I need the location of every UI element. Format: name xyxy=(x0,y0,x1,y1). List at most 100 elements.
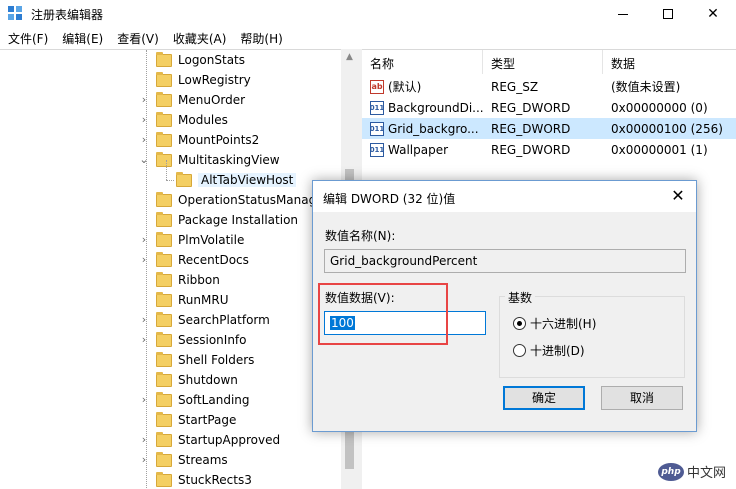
value-type: REG_DWORD xyxy=(491,121,571,136)
column-header-data[interactable]: 数据 xyxy=(603,50,736,74)
string-value-icon: ab xyxy=(370,79,384,94)
tree-item[interactable]: › RecentDocs xyxy=(142,250,249,270)
value-name: Grid_backgro... xyxy=(388,121,479,136)
chevron-right-icon[interactable]: › xyxy=(138,234,150,246)
tree-item-label: StuckRects3 xyxy=(178,473,252,487)
tree-item[interactable]: › PlmVolatile xyxy=(142,230,245,250)
folder-icon xyxy=(176,171,192,187)
tree-item-label: StartupApproved xyxy=(178,433,281,447)
tree-item[interactable]: RunMRU xyxy=(156,290,228,310)
value-type: REG_DWORD xyxy=(491,100,571,115)
column-header-type[interactable]: 类型 xyxy=(483,50,603,74)
decimal-radio-option[interactable]: 十进制(D) xyxy=(513,342,585,359)
tree-item[interactable]: StartPage xyxy=(156,410,236,430)
list-item[interactable]: 011 BackgroundDi... REG_DWORD 0x00000000 (0… xyxy=(362,97,736,118)
title-bar: 注册表编辑器 ✕ xyxy=(0,0,736,28)
tree-item[interactable]: LowRegistry xyxy=(156,70,251,90)
tree-item[interactable]: › StartupApproved xyxy=(142,430,281,450)
php-logo-icon: php xyxy=(658,462,684,481)
tree-item-label: MultitaskingView xyxy=(178,153,280,167)
binary-value-icon: 011 xyxy=(370,121,384,136)
tree-item[interactable]: Shell Folders xyxy=(156,350,254,370)
menu-file[interactable]: 文件(F) xyxy=(0,28,54,49)
tree-item[interactable]: › MountPoints2 xyxy=(142,130,259,150)
tree-item[interactable]: Package Installation xyxy=(156,210,298,230)
maximize-button[interactable] xyxy=(645,0,691,28)
chevron-right-icon[interactable]: › xyxy=(138,254,150,266)
tree-item-label: RunMRU xyxy=(178,293,229,307)
menu-help[interactable]: 帮助(H) xyxy=(232,28,288,49)
tree-item-label: LogonStats xyxy=(178,53,246,67)
minimize-button[interactable] xyxy=(600,0,646,28)
tree-item-label: Ribbon xyxy=(178,273,220,287)
ok-button[interactable]: 确定 xyxy=(503,386,585,410)
tree-item[interactable]: Ribbon xyxy=(156,270,220,290)
tree-item[interactable]: Shutdown xyxy=(156,370,238,390)
registry-tree[interactable]: LogonStats LowRegistry › MenuOrder › Modules ›… xyxy=(0,49,358,489)
list-item[interactable]: 011 Grid_backgro... REG_DWORD 0x00000100 (2… xyxy=(362,118,736,139)
tree-guide-line xyxy=(166,160,167,180)
tree-item[interactable]: OperationStatusManag xyxy=(156,190,316,210)
decimal-radio[interactable] xyxy=(513,344,526,357)
menu-view[interactable]: 查看(V) xyxy=(109,28,165,49)
tree-item[interactable]: › SoftLanding xyxy=(142,390,250,410)
cancel-button[interactable]: 取消 xyxy=(601,386,683,410)
tree-item[interactable]: › Modules xyxy=(142,110,228,130)
tree-item[interactable]: LogonStats xyxy=(156,50,245,70)
close-window-button[interactable]: ✕ xyxy=(690,0,736,28)
list-item[interactable]: ab (默认) REG_SZ (数值未设置) xyxy=(362,76,736,97)
folder-icon xyxy=(156,231,172,247)
chevron-right-icon[interactable]: › xyxy=(138,134,150,146)
dialog-close-button[interactable]: ✕ xyxy=(666,184,690,208)
folder-icon xyxy=(156,331,172,347)
folder-icon xyxy=(156,191,172,207)
tree-item-label: OperationStatusManag xyxy=(178,193,317,207)
chevron-right-icon[interactable]: › xyxy=(138,314,150,326)
annotation-highlight-box xyxy=(318,283,448,345)
base-label: 基数 xyxy=(505,289,536,306)
tree-item-label: Shutdown xyxy=(178,373,238,387)
tree-item-label: SessionInfo xyxy=(178,333,247,347)
chevron-right-icon[interactable]: › xyxy=(138,94,150,106)
chevron-right-icon[interactable]: › xyxy=(138,334,150,346)
tree-item[interactable]: ⌄ MultitaskingView xyxy=(139,150,280,170)
tree-item[interactable]: › Streams xyxy=(142,450,228,470)
decimal-radio-label: 十进制(D) xyxy=(530,344,585,358)
column-header-name[interactable]: 名称 xyxy=(362,50,483,74)
tree-item[interactable]: StuckRects3 xyxy=(156,470,252,489)
folder-icon xyxy=(156,91,172,107)
hex-radio[interactable] xyxy=(513,317,526,330)
value-name: BackgroundDi... xyxy=(388,100,483,115)
value-name-cell: 011 Wallpaper xyxy=(362,142,483,157)
binary-value-icon: 011 xyxy=(370,142,384,157)
chevron-right-icon[interactable]: › xyxy=(138,454,150,466)
tree-item-label: PlmVolatile xyxy=(178,233,245,247)
menu-edit[interactable]: 编辑(E) xyxy=(54,28,109,49)
chevron-right-icon[interactable]: › xyxy=(138,114,150,126)
chevron-right-icon[interactable]: › xyxy=(138,394,150,406)
tree-item[interactable]: › SessionInfo xyxy=(142,330,247,350)
menu-favorites[interactable]: 收藏夹(A) xyxy=(165,28,233,49)
folder-icon xyxy=(156,351,172,367)
window-title: 注册表编辑器 xyxy=(31,8,104,22)
value-name-field[interactable]: Grid_backgroundPercent xyxy=(324,249,686,273)
chevron-down-icon[interactable]: ⌄ xyxy=(138,154,150,166)
tree-item-label: AltTabViewHost xyxy=(198,173,297,187)
folder-icon xyxy=(156,471,172,487)
tree-item[interactable]: › SearchPlatform xyxy=(142,310,270,330)
value-name-cell: 011 Grid_backgro... xyxy=(362,121,483,136)
folder-icon xyxy=(156,451,172,467)
hex-radio-option[interactable]: 十六进制(H) xyxy=(513,315,596,332)
tree-item[interactable]: › MenuOrder xyxy=(142,90,245,110)
tree-item-label: SoftLanding xyxy=(178,393,250,407)
value-type: REG_SZ xyxy=(491,79,539,94)
list-item[interactable]: 011 Wallpaper REG_DWORD 0x00000001 (1) xyxy=(362,139,736,160)
scroll-up-icon[interactable]: ▲ xyxy=(345,53,354,62)
folder-icon xyxy=(156,431,172,447)
close-icon: ✕ xyxy=(671,186,685,205)
value-data: 0x00000100 (256) xyxy=(611,121,723,136)
chevron-right-icon[interactable]: › xyxy=(138,434,150,446)
minimize-icon xyxy=(618,13,628,15)
tree-item[interactable]: AltTabViewHost xyxy=(176,170,297,190)
regedit-app-icon xyxy=(8,6,24,22)
